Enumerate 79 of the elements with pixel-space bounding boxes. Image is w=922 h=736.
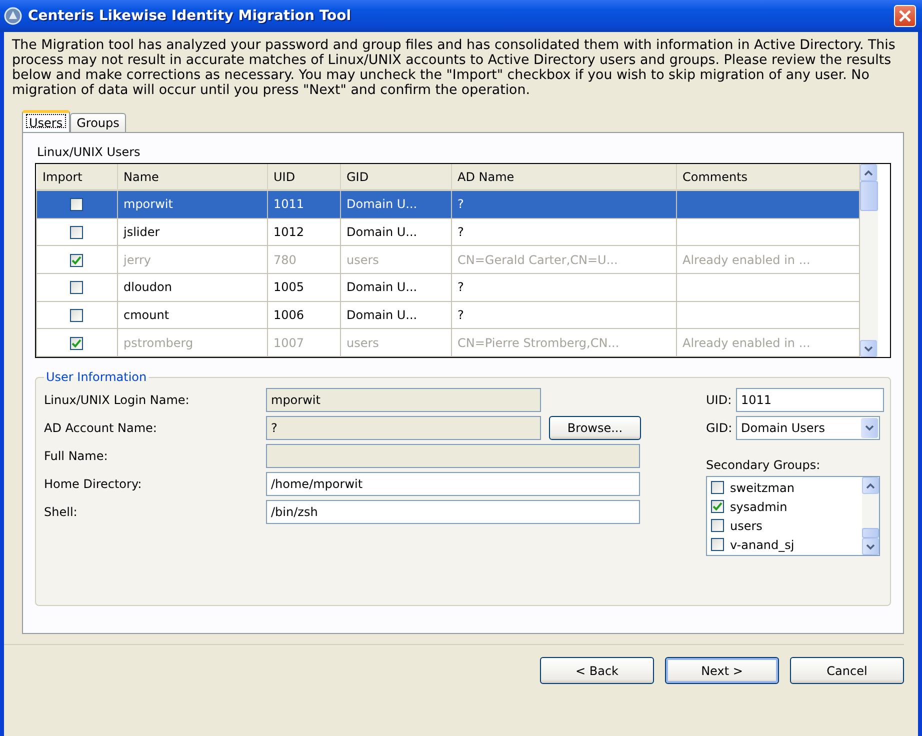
input-field[interactable]: /bin/zsh: [266, 500, 640, 524]
table-cell: CN=Pierre Stromberg,CN...: [451, 328, 676, 356]
table-cell: ?: [451, 273, 676, 302]
table-cell: 780: [267, 246, 340, 274]
table-row[interactable]: jslider 1012 Domain U... ?: [36, 218, 860, 246]
table-cell: users: [340, 328, 451, 356]
tab[interactable]: Users: [22, 110, 70, 132]
scroll-thumb[interactable]: [860, 181, 878, 211]
table-cell: pstromberg: [117, 328, 267, 356]
table-cell: jslider: [117, 218, 267, 246]
table-cell: 1005: [267, 273, 340, 302]
scrollbar[interactable]: [862, 477, 879, 555]
close-icon: [899, 10, 911, 22]
import-checkbox[interactable]: [70, 226, 84, 240]
field-label: Home Directory:: [44, 477, 143, 491]
column-header[interactable]: AD Name: [451, 164, 676, 190]
table-cell: Already enabled in ...: [676, 246, 860, 274]
table-cell: Already enabled in ...: [676, 328, 860, 356]
table-cell: 1006: [267, 301, 340, 329]
table-cell: ?: [451, 190, 676, 218]
scroll-down-icon[interactable]: [860, 340, 877, 357]
table-cell: Domain U...: [340, 301, 451, 329]
group-title: User Information: [45, 370, 148, 384]
field-label: Linux/UNIX Login Name:: [44, 393, 190, 407]
checkbox[interactable]: [711, 481, 724, 494]
tab[interactable]: Groups: [70, 113, 126, 132]
scroll-up-icon[interactable]: [860, 164, 877, 181]
close-button[interactable]: [894, 5, 916, 27]
dialog-button[interactable]: Cancel: [790, 657, 904, 684]
group-name: v-anand_sj: [730, 538, 794, 552]
input-field[interactable]: /home/mporwit: [266, 472, 640, 496]
import-checkbox[interactable]: [70, 309, 84, 322]
table-cell: Domain U...: [340, 218, 451, 246]
dialog-button[interactable]: < Back: [540, 657, 654, 684]
import-checkbox[interactable]: [70, 198, 84, 212]
group-name: users: [730, 518, 762, 532]
column-header[interactable]: GID: [340, 164, 451, 190]
group-name: sweitzman: [730, 480, 794, 494]
column-header[interactable]: Import: [36, 164, 117, 190]
scroll-down-icon[interactable]: [862, 538, 879, 555]
table-cell: mporwit: [117, 190, 267, 218]
dialog-button[interactable]: Next >: [665, 657, 779, 684]
field-label: Full Name:: [44, 449, 109, 463]
field-label: Secondary Groups:: [706, 458, 822, 472]
field-label: Shell:: [44, 505, 78, 519]
checkbox[interactable]: [711, 538, 724, 551]
checkbox[interactable]: [711, 500, 724, 513]
group-name: sysadmin: [730, 500, 788, 514]
column-header[interactable]: UID: [267, 164, 340, 190]
field-label: UID:: [706, 393, 728, 407]
table-cell: ?: [451, 218, 676, 246]
checkbox[interactable]: [711, 519, 724, 532]
description-text: The Migration tool has analyzed your password and group files and has consolidated them with information in Active Directory. This process may not result in accurate matches of Linux/UNIX accounts to Active Directory users and groups. Please review the results below and make corrections as necessary. You may uncheck the "Import" checkbox if you wish to skip migration of any user. No migration of data will occur until you press "Next" and confirm the operation.: [12, 38, 896, 98]
chevron-down-icon: [865, 425, 874, 431]
table-cell: Domain U...: [340, 190, 451, 218]
table-cell: Domain U...: [340, 273, 451, 302]
column-header[interactable]: Name: [117, 164, 267, 190]
table-cell: 1011: [267, 190, 340, 218]
table-row[interactable]: dloudon 1005 Domain U... ?: [36, 273, 860, 302]
table-row[interactable]: mporwit 1011 Domain U... ?: [36, 190, 860, 218]
uid-field[interactable]: 1011: [736, 388, 884, 412]
field-label: AD Account Name:: [44, 421, 158, 435]
table-row[interactable]: cmount 1006 Domain U... ?: [36, 301, 860, 329]
scroll-thumb[interactable]: [862, 528, 879, 538]
table-cell: jerry: [117, 246, 267, 274]
window-title: Centeris Likewise Identity Migration Tool: [28, 8, 352, 24]
column-header[interactable]: Comments: [676, 164, 860, 190]
import-checkbox[interactable]: [70, 281, 84, 294]
scroll-up-icon[interactable]: [862, 477, 879, 494]
table-cell: 1007: [267, 328, 340, 356]
gid-dropdown[interactable]: Domain Users: [736, 416, 880, 440]
table-cell: cmount: [117, 301, 267, 329]
table-cell: 1012: [267, 218, 340, 246]
table-title: Linux/UNIX Users: [37, 145, 142, 159]
table-cell: dloudon: [117, 273, 267, 302]
table-cell: CN=Gerald Carter,CN=U...: [451, 246, 676, 274]
table-cell: users: [340, 246, 451, 274]
scrollbar[interactable]: [860, 164, 878, 357]
table-cell: ?: [451, 301, 676, 329]
